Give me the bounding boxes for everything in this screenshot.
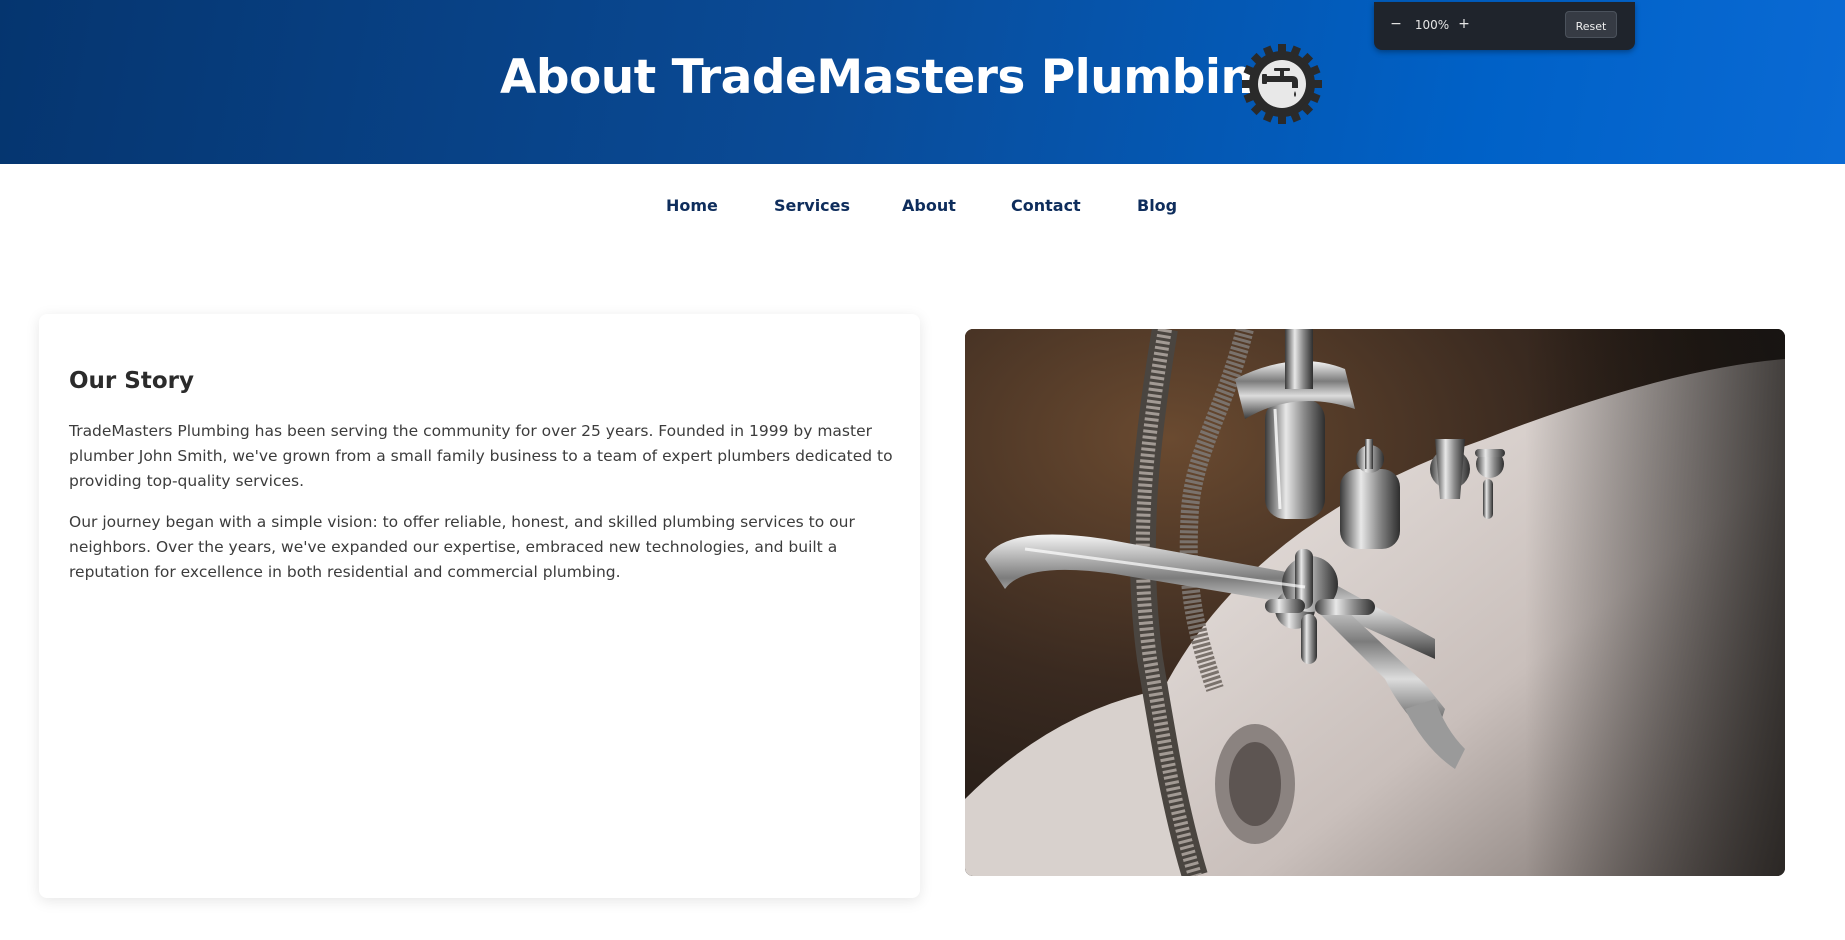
main-nav: Home Services About Contact Blog — [0, 164, 1845, 248]
story-paragraph: TradeMasters Plumbing has been serving t… — [69, 422, 893, 490]
nav-about-link[interactable]: About — [902, 196, 956, 215]
zoom-out-button[interactable]: − — [1388, 16, 1404, 32]
nav-services-link[interactable]: Services — [774, 196, 850, 215]
gear-faucet-icon — [1242, 44, 1322, 124]
story-paragraph: Our journey began with a simple vision: … — [69, 513, 855, 581]
nav-contact-link[interactable]: Contact — [1011, 196, 1081, 215]
faucet-photo — [965, 329, 1785, 876]
zoom-control: − 100% + Reset — [1374, 2, 1635, 50]
zoom-in-button[interactable]: + — [1456, 16, 1472, 32]
nav-blog-link[interactable]: Blog — [1137, 196, 1177, 215]
our-story-card: Our Story TradeMasters Plumbing has been… — [39, 314, 920, 898]
faucet-photo-illustration — [965, 329, 1785, 876]
our-story-heading: Our Story — [69, 368, 194, 394]
nav-home-link[interactable]: Home — [666, 196, 718, 215]
zoom-level: 100% — [1414, 18, 1450, 32]
zoom-reset-button[interactable]: Reset — [1565, 11, 1617, 38]
page-title: About TradeMasters Plumbing — [500, 50, 1287, 105]
